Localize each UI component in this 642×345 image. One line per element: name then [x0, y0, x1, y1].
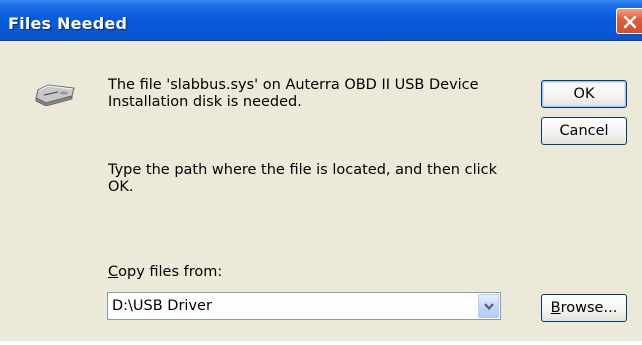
cancel-button[interactable]: Cancel [541, 117, 627, 145]
window-title: Files Needed [8, 14, 128, 33]
dialog-bottom-edge [0, 341, 642, 345]
copy-files-from-label-accesskey: C [108, 264, 119, 280]
browse-button-text: rowse... [560, 300, 618, 316]
copy-files-from-label-text: opy files from: [118, 264, 223, 280]
combobox-dropdown-button[interactable] [478, 294, 499, 318]
disk-drive-icon [35, 84, 75, 106]
title-bar[interactable]: Files Needed [0, 0, 642, 41]
copy-files-from-label: Copy files from: [108, 264, 222, 280]
copy-files-from-value[interactable]: D:\USB Driver [112, 298, 212, 314]
close-icon [623, 15, 637, 29]
chevron-down-icon [484, 303, 494, 311]
browse-button[interactable]: Browse... [541, 294, 627, 322]
close-button[interactable] [616, 8, 642, 34]
browse-button-accesskey: B [550, 300, 561, 316]
ok-button[interactable]: OK [541, 80, 627, 108]
path-instruction-message: Type the path where the file is located,… [108, 162, 497, 195]
files-needed-dialog: Files Needed The file 'slabbus.sys' on A… [0, 0, 642, 345]
copy-files-from-combobox[interactable]: D:\USB Driver [107, 292, 501, 320]
needed-file-message: The file 'slabbus.sys' on Auterra OBD II… [108, 77, 479, 110]
